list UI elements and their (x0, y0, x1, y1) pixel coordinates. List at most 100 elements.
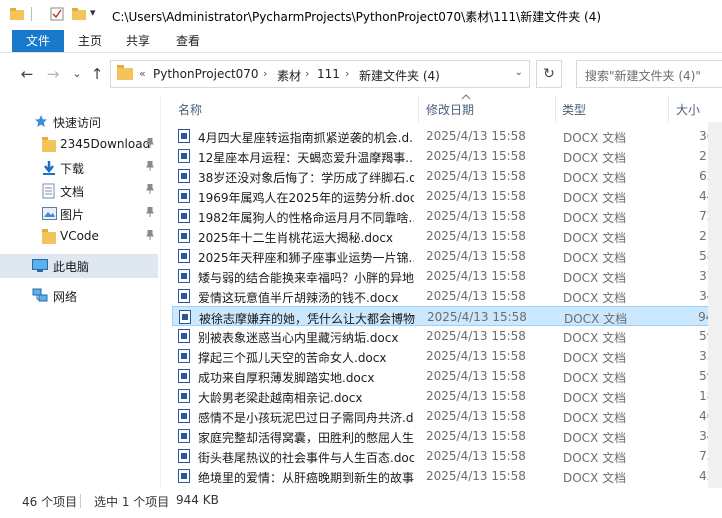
file-row[interactable]: 38岁还没对象后悔了：学历成了绊脚石.d... 2025/4/13 15:58 DO… (172, 166, 722, 186)
file-row[interactable]: 街头巷尾热议的社会事件与人生百态.docx 2025/4/13 15:58 DOCX… (172, 446, 722, 466)
file-row[interactable]: 成功来自厚积薄发脚踏实地.docx2025/4/13 15:58DOCX 文档5… (172, 366, 722, 386)
sidebar-item-label: 图片 (60, 208, 85, 222)
back-button[interactable]: ← (18, 65, 36, 83)
file-date: 2025/4/13 15:58 (426, 469, 526, 483)
file-date: 2025/4/13 15:58 (427, 310, 527, 324)
refresh-button[interactable]: ↻ (536, 60, 562, 88)
file-date: 2025/4/13 15:58 (426, 209, 526, 223)
search-input[interactable]: 搜索"新建文件夹 (4)" (576, 60, 722, 88)
file-row[interactable]: 大龄男老梁赴越南相亲记.docx2025/4/13 15:58DOCX 文档18… (172, 386, 722, 406)
sidebar-item-pictures[interactable]: 图片 (0, 202, 158, 226)
file-name: 被徐志摩嫌弃的她，凭什么让大都会博物... (199, 312, 415, 326)
documents-icon (42, 183, 56, 202)
file-type: DOCX 文档 (563, 131, 627, 145)
column-header-name[interactable]: 名称 (178, 101, 202, 118)
word-document-icon (178, 429, 190, 443)
breadcrumb-separator[interactable]: › (263, 67, 267, 80)
pin-icon[interactable] (146, 160, 154, 174)
file-name: 2025年天秤座和狮子座事业运势一片锦... (198, 251, 414, 265)
file-type: DOCX 文档 (563, 371, 627, 385)
file-date: 2025/4/13 15:58 (426, 289, 526, 303)
pin-icon[interactable] (146, 183, 154, 197)
new-folder-icon[interactable] (72, 7, 86, 21)
word-document-icon (178, 389, 190, 403)
folder-icon[interactable] (10, 7, 24, 21)
file-row[interactable]: 1969年属鸡人在2025年的运势分析.docx 2025/4/13 15:58 D… (172, 186, 722, 206)
column-resize-handle[interactable] (418, 96, 419, 122)
column-header-size[interactable]: 大小 (676, 101, 700, 118)
file-type: DOCX 文档 (563, 191, 627, 205)
file-type: DOCX 文档 (563, 411, 627, 425)
pin-icon[interactable] (146, 206, 154, 220)
file-name: 1982年属狗人的性格命运月月不同靠啥... (198, 211, 414, 225)
file-type: DOCX 文档 (563, 331, 627, 345)
file-row[interactable]: 家庭完整却活得窝囊，田胜利的憋屈人生... 2025/4/13 15:58 DOCX… (172, 426, 722, 446)
file-row[interactable]: 被徐志摩嫌弃的她，凭什么让大都会博物... 2025/4/13 15:58 DOCX… (172, 306, 722, 326)
file-date: 2025/4/13 15:58 (426, 169, 526, 183)
file-name: 街头巷尾热议的社会事件与人生百态.docx (198, 451, 414, 465)
word-document-icon (178, 469, 190, 483)
word-document-icon (178, 249, 190, 263)
chevron-down-icon[interactable]: ⌄ (515, 67, 523, 78)
folder-icon (42, 229, 56, 244)
network-icon (32, 288, 48, 306)
file-date: 2025/4/13 15:58 (426, 409, 526, 423)
vertical-scrollbar[interactable] (708, 122, 722, 488)
address-bar[interactable]: « PythonProject070 › 素材 › 111 › 新建文件夹 (4… (110, 60, 530, 88)
file-name: 别被表象迷惑当心内里藏污纳垢.docx (198, 331, 399, 345)
column-header-type[interactable]: 类型 (562, 101, 586, 118)
pin-icon[interactable] (146, 229, 154, 243)
breadcrumb-item[interactable]: PythonProject070 (153, 67, 259, 81)
sidebar-item-2345download[interactable]: 2345Download (0, 133, 158, 157)
file-name: 大龄男老梁赴越南相亲记.docx (198, 391, 363, 405)
breadcrumb-overflow[interactable]: « (139, 67, 146, 80)
quick-access-dropdown-icon[interactable]: ▾ (90, 6, 104, 20)
file-name: 爱情这玩意值半斤胡辣汤的钱不.docx (198, 291, 399, 305)
recent-locations-dropdown[interactable]: ⌄ (68, 65, 86, 83)
file-row[interactable]: 爱情这玩意值半斤胡辣汤的钱不.docx 2025/4/13 15:58 DOCX 文… (172, 286, 722, 306)
up-button[interactable]: ↑ (88, 65, 106, 83)
tab-share[interactable]: 共享 (120, 30, 156, 52)
sidebar-item-documents[interactable]: 文档 (0, 179, 158, 203)
sidebar-item-network[interactable]: 网络 (0, 284, 158, 308)
file-row[interactable]: 2025年十二生肖桃花运大揭秘.docx 2025/4/13 15:58 DOCX … (172, 226, 722, 246)
file-row[interactable]: 矮与弱的结合能换来幸福吗？小胖的异地... 2025/4/13 15:58 DOCX… (172, 266, 722, 286)
file-row[interactable]: 4月四大星座转运指南抓紧逆袭的机会.d... 2025/4/13 15:58 DOC… (172, 126, 722, 146)
sidebar-item-quick-access[interactable]: 快速访问 (0, 110, 158, 134)
column-resize-handle[interactable] (668, 96, 669, 122)
file-name: 家庭完整却活得窝囊，田胜利的憋屈人生... (198, 431, 414, 445)
file-row[interactable]: 1982年属狗人的性格命运月月不同靠啥... 2025/4/13 15:58 DOC… (172, 206, 722, 226)
properties-icon[interactable] (50, 7, 64, 21)
breadcrumb-item[interactable]: 新建文件夹 (4) (359, 67, 440, 84)
file-row[interactable]: 2025年天秤座和狮子座事业运势一片锦... 2025/4/13 15:58 DOC… (172, 246, 722, 266)
sidebar-item-this-pc[interactable]: 此电脑 (0, 254, 158, 278)
column-resize-handle[interactable] (555, 96, 556, 122)
breadcrumb-item[interactable]: 111 (317, 67, 340, 81)
column-header: 名称 修改日期 类型 大小 (170, 94, 722, 122)
sidebar-item-downloads[interactable]: 下载 (0, 156, 158, 180)
status-divider (80, 494, 81, 508)
word-document-icon (178, 149, 190, 163)
tab-view[interactable]: 查看 (170, 30, 206, 52)
column-header-date[interactable]: 修改日期 (426, 101, 474, 118)
file-row[interactable]: 撑起三个孤儿天空的苦命女人.docx 2025/4/13 15:58 DOCX 文档… (172, 346, 722, 366)
tab-home[interactable]: 主页 (72, 30, 108, 52)
breadcrumb-separator[interactable]: › (345, 67, 349, 80)
sidebar-item-vcode[interactable]: VCode (0, 225, 158, 249)
forward-button[interactable]: → (44, 65, 62, 83)
item-count: 46 个项目 (22, 495, 78, 509)
word-document-icon (179, 310, 191, 324)
file-date: 2025/4/13 15:58 (426, 189, 526, 203)
pane-divider[interactable] (160, 96, 161, 488)
breadcrumb-item[interactable]: 素材 (277, 67, 301, 84)
file-row[interactable]: 绝境里的爱情：从肝癌晚期到新生的故事... 2025/4/13 15:58 DOCX… (172, 466, 722, 486)
file-row[interactable]: 别被表象迷惑当心内里藏污纳垢.docx 2025/4/13 15:58 DOCX 文… (172, 326, 722, 346)
file-row[interactable]: 12星座本月运程：天蝎恋爱升温摩羯事... 2025/4/13 15:58 DOCX… (172, 146, 722, 166)
pin-icon[interactable] (146, 137, 154, 151)
word-document-icon (178, 269, 190, 283)
breadcrumb-separator[interactable]: › (305, 67, 309, 80)
word-document-icon (178, 289, 190, 303)
file-row[interactable]: 感情不是小孩玩泥巴过日子需同舟共济.d... 2025/4/13 15:58 DOC… (172, 406, 722, 426)
file-name: 感情不是小孩玩泥巴过日子需同舟共济.d... (198, 411, 414, 425)
tab-file[interactable]: 文件 (12, 30, 64, 52)
